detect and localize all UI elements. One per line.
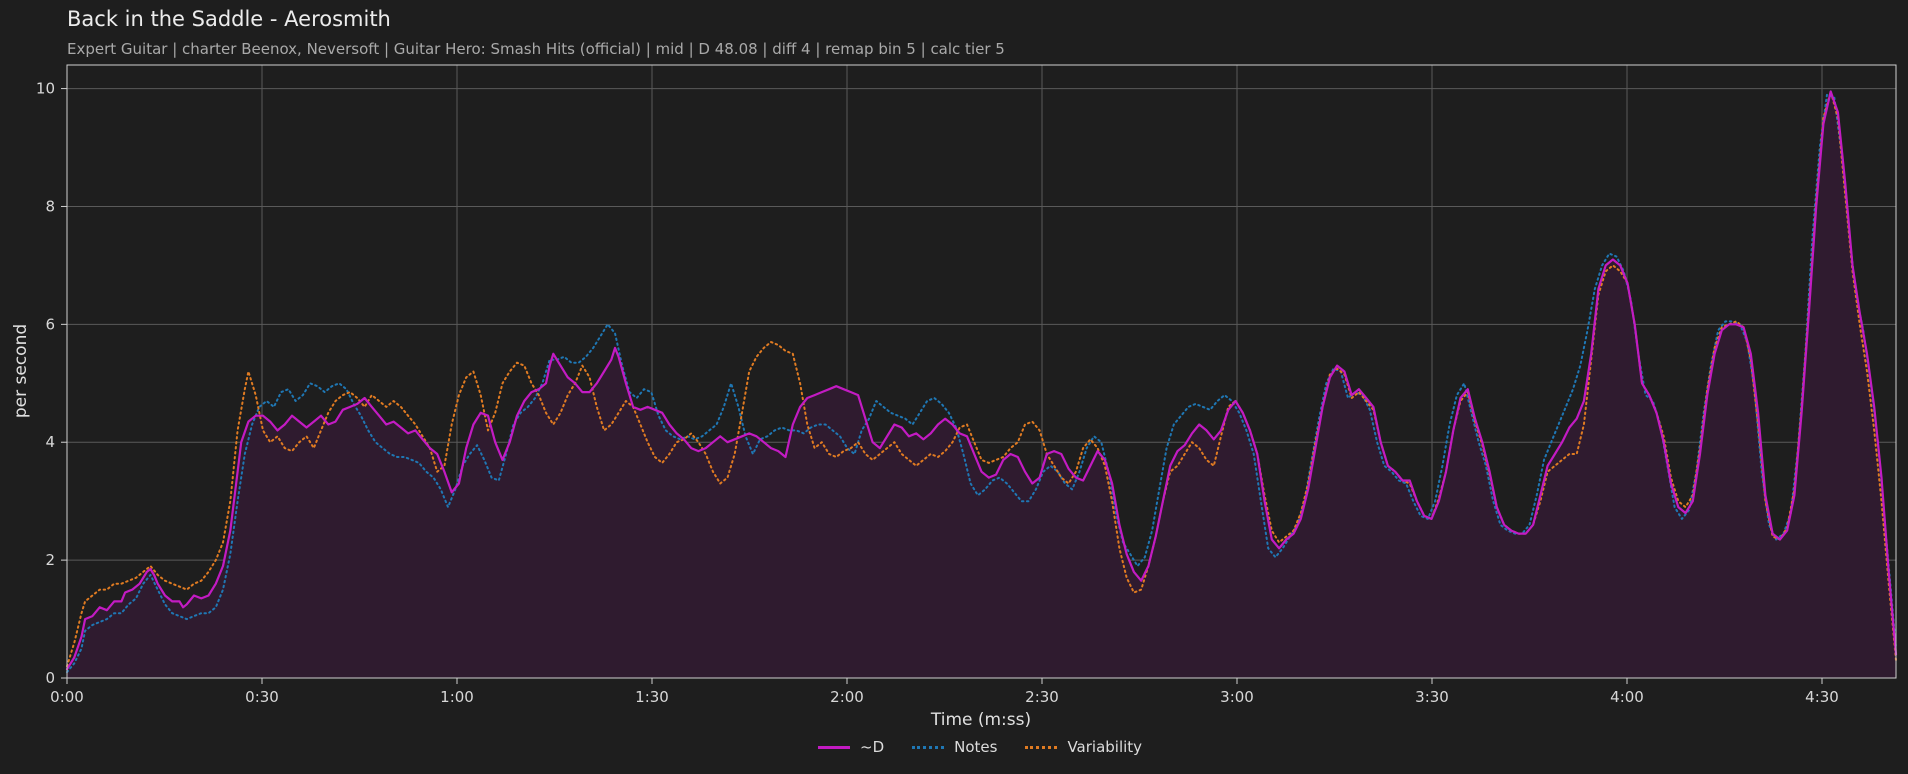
legend-swatch: [818, 745, 850, 749]
x-tick-label: 1:30: [635, 688, 669, 706]
y-tick-label: 2: [45, 551, 55, 569]
x-tick-label: 3:30: [1415, 688, 1449, 706]
y-tick-label: 4: [45, 433, 55, 451]
y-tick-label: 6: [45, 315, 55, 333]
legend: ~D Notes Variability: [818, 737, 1142, 757]
legend-item: ~D: [818, 738, 884, 756]
x-tick-label: 1:00: [440, 688, 474, 706]
legend-label: Notes: [954, 738, 998, 756]
y-tick-label: 8: [45, 197, 55, 215]
legend-swatch: [912, 745, 945, 749]
x-tick-label: 0:30: [245, 688, 279, 706]
y-tick-label: 10: [36, 80, 55, 98]
legend-swatch: [1025, 745, 1058, 749]
line-chart: 0:00 0:30 1:00 1:30 2:00 2:30 3:00 3:30 4:00 4:30…: [11, 64, 1898, 730]
x-tick-label: 2:30: [1025, 688, 1059, 706]
x-axis-label: Time (m:ss): [930, 710, 1031, 730]
legend-label: ~D: [860, 738, 885, 756]
x-tick-label: 2:00: [830, 688, 864, 706]
y-axis-label: per second: [11, 324, 31, 418]
legend-item: Variability: [1025, 738, 1142, 756]
legend-label: Variability: [1067, 738, 1143, 756]
x-tick-label: 3:00: [1220, 688, 1254, 706]
y-tick-label: 0: [45, 669, 55, 687]
x-tick-label: 4:00: [1610, 688, 1644, 706]
legend-item: Notes: [912, 738, 997, 756]
x-tick-label: 0:00: [50, 688, 84, 706]
x-tick-label: 4:30: [1805, 688, 1839, 706]
